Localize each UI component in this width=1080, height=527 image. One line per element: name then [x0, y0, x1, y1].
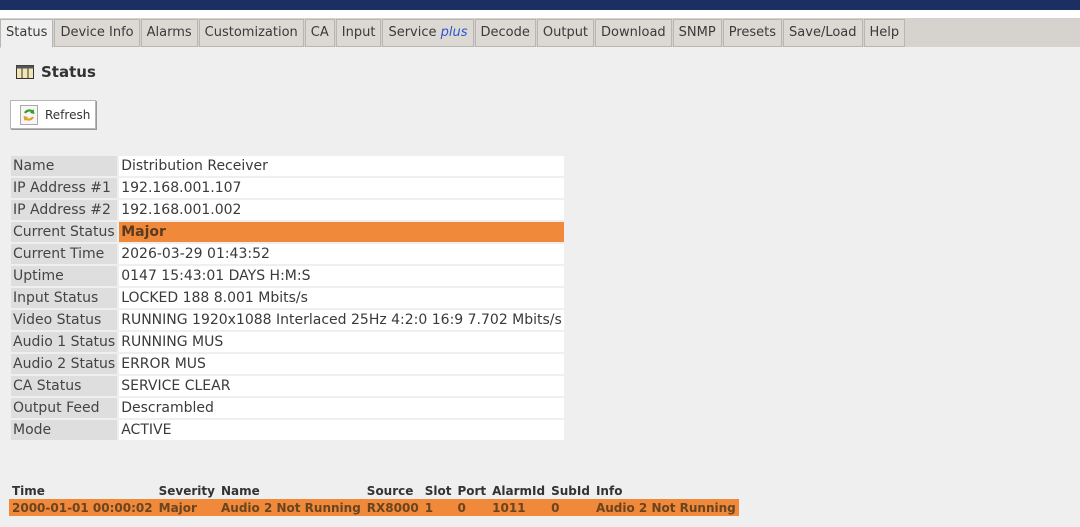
panel-icon	[16, 65, 34, 79]
top-banner	[0, 0, 1080, 10]
status-row-uptime: Uptime 0147 15:43:01 DAYS H:M:S	[11, 266, 564, 286]
tab-label: Alarms	[146, 25, 192, 40]
tab-label: Download	[601, 25, 666, 40]
status-row-ca-status: CA Status SERVICE CLEAR	[11, 376, 564, 396]
status-row-output-feed: Output Feed Descrambled	[11, 398, 564, 418]
tab-label-suffix: plus	[440, 25, 468, 40]
status-value: 192.168.001.002	[119, 200, 564, 220]
alarm-row[interactable]: 2000-01-01 00:00:02 Major Audio 2 Not Runn…	[9, 499, 739, 516]
status-row-input-status: Input Status LOCKED 188 8.001 Mbits/s	[11, 288, 564, 308]
alarm-cell-alarmid: 1011	[489, 499, 549, 516]
status-value: RUNNING 1920x1088 Interlaced 25Hz 4:2:0 …	[119, 310, 564, 330]
alarm-header-info: Info	[595, 483, 623, 498]
status-key: Audio 2 Status	[11, 354, 118, 374]
tab-download[interactable]: Download	[595, 19, 672, 47]
banner-divider	[0, 10, 1080, 18]
alarm-cell-time: 2000-01-01 00:00:02	[9, 499, 156, 516]
status-row-name: Name Distribution Receiver	[11, 156, 564, 176]
status-key: IP Address #2	[11, 200, 118, 220]
tab-snmp[interactable]: SNMP	[672, 19, 722, 47]
alarm-cell-info: Audio 2 Not Running	[592, 499, 739, 516]
status-value: ERROR MUS	[119, 354, 564, 374]
status-value: LOCKED 188 8.001 Mbits/s	[119, 288, 564, 308]
tab-decode[interactable]: Decode	[474, 19, 536, 47]
page-title: Status	[41, 63, 96, 81]
tab-label: Input	[341, 25, 376, 40]
tab-label: Device Info	[60, 25, 134, 40]
status-value: ACTIVE	[119, 420, 564, 440]
status-key: Uptime	[11, 266, 118, 286]
tab-label: Status	[6, 25, 48, 40]
tab-ca[interactable]: CA	[304, 19, 335, 47]
status-key: Audio 1 Status	[11, 332, 118, 352]
alarm-header-slot: Slot	[424, 483, 452, 498]
status-value: SERVICE CLEAR	[119, 376, 564, 396]
tab-output[interactable]: Output	[536, 19, 595, 47]
tab-alarms[interactable]: Alarms	[140, 19, 198, 47]
refresh-label: Refresh	[45, 107, 91, 122]
status-row-audio-2-status: Audio 2 Status ERROR MUS	[11, 354, 564, 374]
tab-presets[interactable]: Presets	[722, 19, 783, 47]
status-value: Major	[119, 222, 564, 242]
status-value: 2026-03-29 01:43:52	[119, 244, 564, 264]
status-key: Video Status	[11, 310, 118, 330]
tab-save-load[interactable]: Save/Load	[783, 19, 863, 47]
tab-help[interactable]: Help	[863, 19, 906, 47]
nav-tabs: Status Device Info Alarms Customization CA In…	[0, 19, 906, 48]
alarm-cell-name: Audio 2 Not Running	[217, 499, 364, 516]
alarm-header-time: Time	[12, 483, 45, 498]
tab-status[interactable]: Status	[0, 19, 54, 48]
tab-label: CA	[310, 25, 329, 40]
status-key: IP Address #1	[11, 178, 118, 198]
alarm-header-name: Name	[220, 483, 260, 498]
alarm-header-subid: SubId	[551, 483, 590, 498]
tab-label: Customization	[204, 25, 298, 40]
alarm-header-source: Source	[366, 483, 414, 498]
status-row-ip-address-1: IP Address #1 192.168.001.107	[11, 178, 564, 198]
tab-label: Presets	[728, 25, 777, 40]
tab-label: SNMP	[678, 25, 716, 40]
status-value: 0147 15:43:01 DAYS H:M:S	[119, 266, 564, 286]
alarm-cell-source: RX8000	[363, 499, 422, 516]
tab-customization[interactable]: Customization	[198, 19, 304, 47]
page-heading: Status	[16, 63, 96, 81]
status-key: CA Status	[11, 376, 118, 396]
status-row-current-time: Current Time 2026-03-29 01:43:52	[11, 244, 564, 264]
alarm-cell-severity: Major	[155, 499, 218, 516]
status-row-mode: Mode ACTIVE	[11, 420, 564, 440]
alarm-header-alarmid: AlarmId	[492, 483, 546, 498]
status-value: Distribution Receiver	[119, 156, 564, 176]
tab-service[interactable]: Service plus	[382, 19, 474, 47]
status-row-audio-1-status: Audio 1 Status RUNNING MUS	[11, 332, 564, 352]
alarm-table: Time Severity Name Source Slot Port AlarmId Sub…	[9, 482, 739, 516]
status-key: Output Feed	[11, 398, 118, 418]
tab-label: Output	[542, 25, 589, 40]
alarm-header-row: Time Severity Name Source Slot Port AlarmId Sub…	[9, 482, 739, 499]
alarm-header-port: Port	[457, 483, 487, 498]
tab-label: Help	[869, 25, 900, 40]
refresh-button[interactable]: Refresh	[10, 100, 96, 129]
tab-label: Save/Load	[789, 25, 857, 40]
status-key: Current Time	[11, 244, 118, 264]
alarm-cell-port: 0	[454, 499, 490, 516]
status-value: 192.168.001.107	[119, 178, 564, 198]
status-row-current-status: Current Status Major	[11, 222, 564, 242]
tab-label: Service	[388, 25, 437, 40]
status-key: Current Status	[11, 222, 118, 242]
status-value: Descrambled	[119, 398, 564, 418]
tab-label: Decode	[480, 25, 530, 40]
refresh-icon	[20, 104, 38, 125]
status-value: RUNNING MUS	[119, 332, 564, 352]
status-key: Name	[11, 156, 118, 176]
tab-input[interactable]: Input	[335, 19, 382, 47]
status-key: Mode	[11, 420, 118, 440]
status-table: Name Distribution Receiver IP Address #1 19…	[9, 154, 566, 442]
status-row-video-status: Video Status RUNNING 1920x1088 Interlaced…	[11, 310, 564, 330]
status-key: Input Status	[11, 288, 118, 308]
alarm-cell-slot: 1	[421, 499, 455, 516]
status-row-ip-address-2: IP Address #2 192.168.001.002	[11, 200, 564, 220]
alarm-cell-subid: 0	[548, 499, 593, 516]
alarm-header-severity: Severity	[158, 483, 215, 498]
tab-device-info[interactable]: Device Info	[54, 19, 140, 47]
